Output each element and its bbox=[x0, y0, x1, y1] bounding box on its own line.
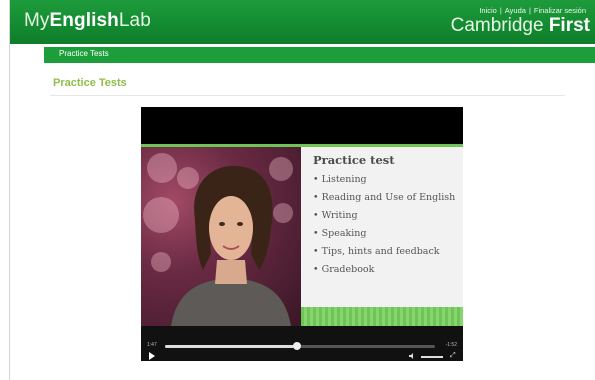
slide-item-tips: • Tips, hints and feedback bbox=[313, 246, 440, 257]
title-divider bbox=[50, 95, 565, 96]
elapsed-time: 1:47 bbox=[147, 342, 157, 348]
slide-list: • Listening • Reading and Use of English… bbox=[313, 171, 455, 279]
separator: | bbox=[499, 6, 502, 15]
remaining-time: -1:52 bbox=[445, 342, 457, 348]
link-finalizar-sesion[interactable]: Finalizar sesión bbox=[534, 6, 586, 15]
video-controls: 1:47 -1:52 ⤢ bbox=[141, 326, 463, 361]
presenter-image bbox=[171, 165, 291, 326]
brand-first: First bbox=[548, 15, 590, 36]
brand-cambridge: Cambridge bbox=[450, 15, 544, 36]
slide-item-writing: • Writing bbox=[313, 210, 358, 221]
logo-my: My bbox=[24, 10, 50, 31]
page-title: Practice Tests bbox=[53, 77, 127, 89]
slide-footer-pattern bbox=[301, 307, 463, 326]
slide-item-gradebook: • Gradebook bbox=[313, 264, 375, 275]
myenglishlab-logo[interactable]: MyEnglishLab bbox=[24, 10, 151, 32]
top-links: Inicio | Ayuda | Finalizar sesión bbox=[479, 6, 586, 15]
video-player[interactable]: Practice test • Listening • Reading and … bbox=[141, 107, 463, 361]
fullscreen-icon[interactable]: ⤢ bbox=[450, 352, 456, 360]
link-ayuda[interactable]: Ayuda bbox=[505, 6, 526, 15]
logo-lab: Lab bbox=[118, 10, 151, 31]
slide-panel: Practice test • Listening • Reading and … bbox=[301, 147, 463, 307]
link-inicio[interactable]: Inicio bbox=[479, 6, 497, 15]
subnav-practice-tests[interactable]: Practice Tests bbox=[59, 49, 109, 58]
volume-icon[interactable] bbox=[409, 353, 415, 359]
logo-english: English bbox=[49, 10, 119, 31]
slide-item-reading: • Reading and Use of English bbox=[313, 192, 456, 203]
subnav-bar: Practice Tests bbox=[44, 47, 595, 63]
seek-progress bbox=[165, 345, 298, 348]
seek-handle[interactable] bbox=[293, 342, 302, 350]
slide-title: Practice test bbox=[313, 153, 395, 167]
cambridge-first-brand: Cambridge First bbox=[451, 15, 590, 37]
play-icon[interactable] bbox=[149, 352, 155, 360]
volume-slider[interactable] bbox=[421, 356, 443, 358]
separator: | bbox=[528, 6, 531, 15]
header-bar: MyEnglishLab Inicio | Ayuda | Finalizar sesi… bbox=[10, 0, 595, 44]
slide-item-listening: • Listening bbox=[313, 174, 367, 185]
slide-item-speaking: • Speaking bbox=[313, 228, 367, 239]
app-frame: MyEnglishLab Inicio | Ayuda | Finalizar sesi… bbox=[9, 0, 595, 380]
